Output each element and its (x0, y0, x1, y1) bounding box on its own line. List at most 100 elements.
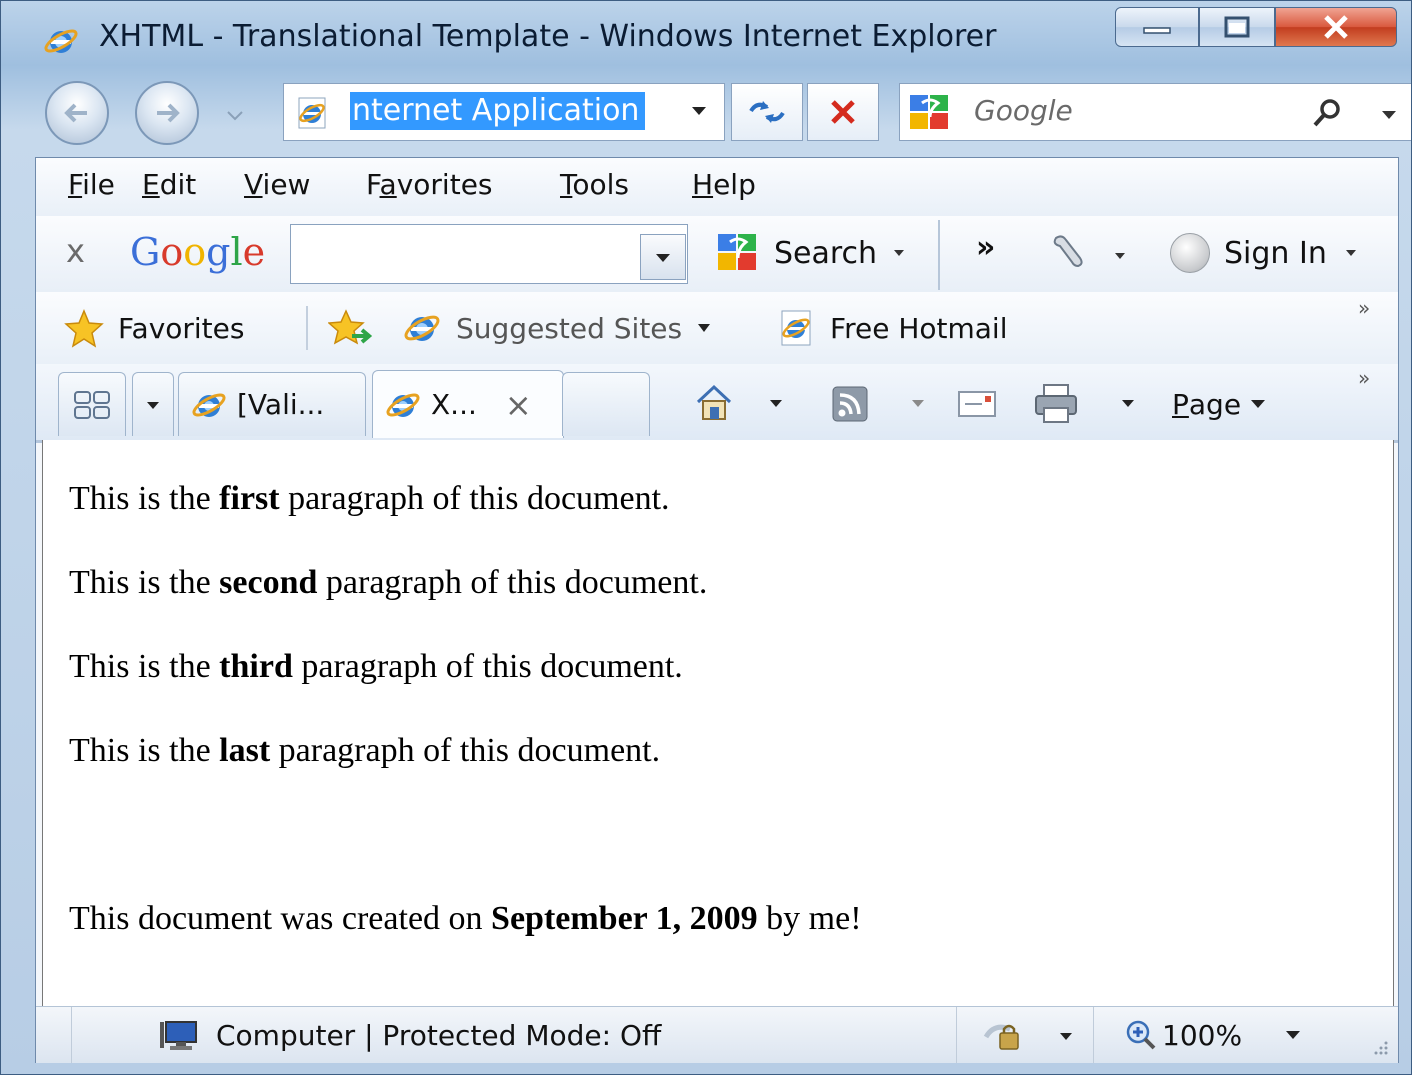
google-toolbar-input-dropdown[interactable] (640, 234, 686, 280)
menu-help[interactable]: Help (692, 168, 756, 201)
menu-view[interactable]: View (244, 168, 310, 201)
recent-pages-dropdown-icon[interactable] (223, 103, 247, 127)
resize-grip-icon[interactable] (1370, 1037, 1390, 1057)
forward-arrow-icon (157, 103, 180, 123)
chevron-down-icon[interactable] (1118, 394, 1138, 414)
close-button[interactable] (1275, 7, 1397, 47)
chevron-down-icon (894, 250, 905, 256)
maximize-button[interactable] (1199, 7, 1275, 47)
address-dropdown-icon[interactable] (686, 98, 712, 124)
chevron-down-icon[interactable] (1056, 1027, 1076, 1047)
paragraph-text: This document was created on (69, 900, 492, 937)
paragraph-text: This is the (69, 648, 220, 685)
tab-list-dropdown[interactable] (132, 372, 174, 436)
paragraph-text: This is the (69, 732, 220, 769)
computer-icon (160, 1021, 197, 1050)
search-dropdown-icon[interactable] (1376, 102, 1402, 126)
tab-validation[interactable]: [Vali... (178, 372, 366, 436)
suggested-sites-button[interactable]: Suggested Sites (402, 306, 714, 350)
magnifier-icon[interactable] (1310, 96, 1344, 130)
search-box[interactable]: Google (899, 83, 1411, 141)
minimize-icon (1143, 27, 1171, 34)
paragraph-text: This is the (69, 480, 220, 517)
add-to-favorites-icon[interactable] (328, 308, 372, 350)
chevron-down-icon (1251, 400, 1266, 408)
paragraph-bold-text: third (219, 648, 293, 685)
back-button[interactable] (45, 81, 109, 145)
menu-file[interactable]: File (68, 168, 115, 201)
star-icon (64, 309, 104, 348)
paragraph-text: paragraph of this document. (270, 732, 661, 769)
paragraph-created: This document was created on September 1… (69, 900, 862, 938)
google-icon (718, 234, 756, 270)
browser-frame: File Edit View Favorites Tools Help x Go… (35, 157, 1399, 1063)
command-bar-overflow-chevron[interactable]: » (1358, 366, 1370, 390)
home-icon[interactable] (692, 382, 736, 424)
wrench-icon[interactable] (1046, 230, 1090, 274)
chevron-down-icon[interactable] (908, 394, 928, 414)
new-tab-button[interactable] (562, 372, 650, 436)
menu-bar: File Edit View Favorites Tools Help (36, 158, 1398, 217)
address-bar[interactable]: nternet Application (283, 83, 725, 141)
chevron-down-icon (147, 401, 159, 409)
title-bar: XHTML - Translational Template - Windows… (1, 1, 1411, 77)
pop-up-blocker-icon[interactable] (982, 1017, 1024, 1055)
menu-favorites[interactable]: Favorites (366, 168, 493, 201)
menu-tools[interactable]: Tools (560, 168, 629, 201)
feed-icon[interactable] (830, 384, 870, 424)
security-zone[interactable]: Computer | Protected Mode: Off (158, 1017, 661, 1053)
page-icon (298, 97, 326, 129)
menu-edit[interactable]: Edit (142, 168, 196, 201)
tab-label: [Vali... (237, 388, 325, 421)
mail-icon[interactable] (956, 386, 1000, 422)
paragraph-text: paragraph of this document. (279, 480, 670, 517)
status-cell (36, 1007, 72, 1063)
chevron-down-icon (656, 254, 670, 262)
back-arrow-icon (64, 103, 87, 123)
google-toolbar-input[interactable] (290, 224, 688, 284)
tab-close-button[interactable]: × (505, 386, 532, 424)
paragraph-2: This is the second paragraph of this doc… (69, 564, 707, 602)
favorites-overflow-chevron[interactable]: » (1358, 296, 1370, 320)
browser-window: XHTML - Translational Template - Windows… (0, 0, 1412, 1075)
free-hotmail-label: Free Hotmail (830, 311, 1008, 345)
close-icon (1324, 15, 1348, 39)
ie-icon (192, 393, 226, 417)
toolbar-close-button[interactable]: x (66, 232, 85, 270)
favorites-label: Favorites (118, 311, 245, 345)
page-menu-button[interactable]: Page (1172, 382, 1269, 426)
more-buttons-chevron[interactable]: » (976, 230, 995, 265)
zoom-control[interactable]: 100% (1124, 1017, 1304, 1053)
chevron-down-icon[interactable] (766, 394, 786, 414)
sign-in-button[interactable]: Sign In (1170, 228, 1361, 278)
minimize-button[interactable] (1115, 7, 1199, 47)
security-zone-label: Computer | Protected Mode: Off (216, 1018, 662, 1052)
chevron-down-icon (1286, 1031, 1301, 1039)
ie-icon (44, 29, 78, 53)
google-icon (910, 95, 948, 129)
stop-button[interactable] (807, 83, 879, 141)
tab-xhtml-active[interactable]: X... × (372, 370, 564, 438)
window-controls (1115, 7, 1397, 47)
paragraph-text: paragraph of this document. (317, 564, 708, 601)
zoom-icon (1126, 1020, 1156, 1050)
free-hotmail-link[interactable]: Free Hotmail (776, 306, 1007, 350)
refresh-button[interactable] (731, 83, 803, 141)
chevron-down-icon[interactable] (1110, 246, 1130, 266)
suggested-sites-label: Suggested Sites (456, 311, 683, 345)
print-icon[interactable] (1032, 382, 1080, 426)
ie-icon (386, 393, 420, 417)
window-title: XHTML - Translational Template - Windows… (99, 19, 997, 54)
sign-in-label: Sign In (1224, 235, 1327, 271)
status-bar: Computer | Protected Mode: Off 100% (36, 1006, 1398, 1063)
google-search-button[interactable]: Search (716, 228, 909, 278)
quick-tabs-icon (74, 390, 110, 419)
navigation-bar: nternet Application Google (1, 77, 1411, 153)
forward-button[interactable] (135, 81, 199, 145)
paragraph-text: by me! (757, 900, 862, 937)
search-button-label: Search (774, 235, 878, 271)
favorites-button[interactable]: Favorites (64, 306, 244, 350)
account-icon (1170, 233, 1210, 273)
address-input[interactable]: nternet Application (350, 92, 646, 130)
quick-tabs-button[interactable] (58, 372, 126, 436)
